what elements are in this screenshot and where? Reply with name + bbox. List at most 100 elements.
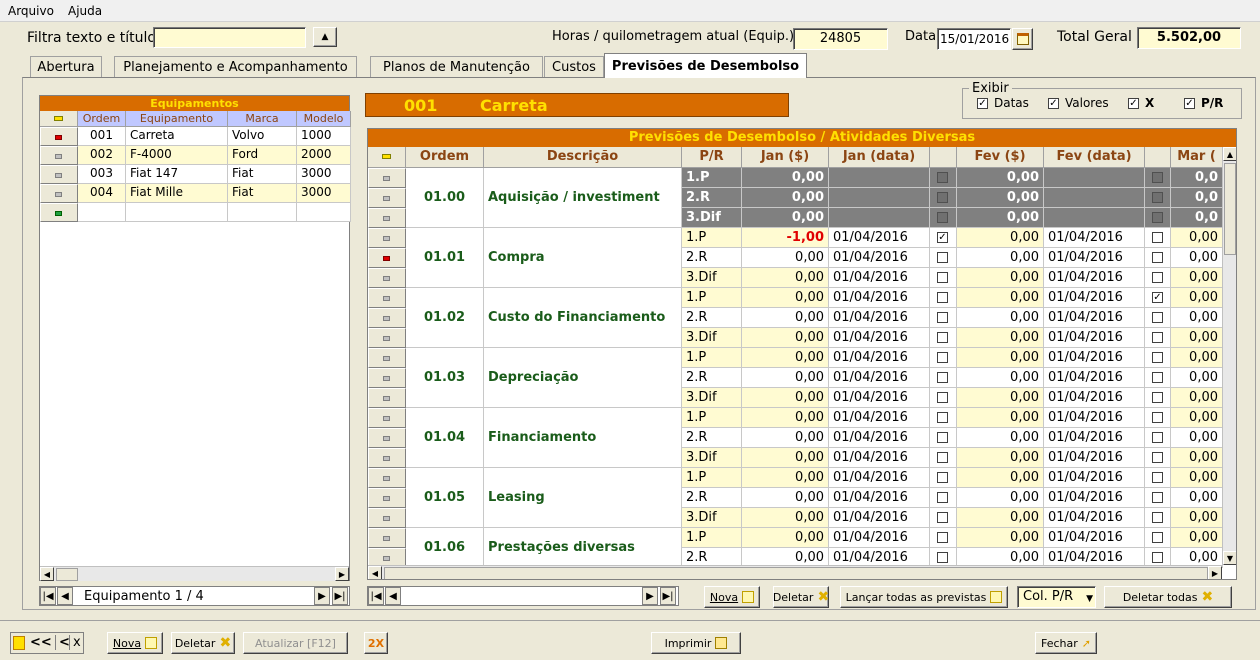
tab-previsoes[interactable]: Previsões de Desembolso: [604, 53, 807, 78]
grid-row-selector[interactable]: [368, 448, 406, 468]
cell-jan-valor[interactable]: 0,00: [742, 348, 829, 368]
group-descricao[interactable]: Compra: [484, 228, 682, 288]
atualizar-button[interactable]: Atualizar [F12]: [243, 632, 348, 654]
cell-jan-data[interactable]: 01/04/2016: [829, 488, 930, 508]
cell-jan-data[interactable]: 01/04/2016: [829, 468, 930, 488]
fechar-button[interactable]: Fechar ➚: [1035, 632, 1097, 654]
equip-cell-modelo[interactable]: 1000: [297, 127, 351, 146]
grid-header-1[interactable]: Descrição: [484, 147, 682, 168]
deletar-button[interactable]: Deletar ✖: [171, 632, 235, 654]
checkbox-jan[interactable]: [937, 432, 948, 443]
checkbox-jan[interactable]: [937, 272, 948, 283]
nova-button[interactable]: Nova: [107, 632, 163, 654]
cell-jan-data[interactable]: 01/04/2016: [829, 288, 930, 308]
group-descricao[interactable]: Aquisição / investiment: [484, 168, 682, 228]
group-descricao[interactable]: Financiamento: [484, 408, 682, 468]
cell-mar-valor[interactable]: 0,00: [1171, 328, 1223, 348]
cell-fev-data[interactable]: 01/04/2016: [1044, 288, 1145, 308]
grid-deletar-button[interactable]: Deletar ✖: [773, 586, 829, 608]
last-record-icon[interactable]: ▶|: [332, 587, 348, 605]
checkbox-fev[interactable]: [1152, 232, 1163, 243]
cell-fev-valor[interactable]: 0,00: [957, 308, 1044, 328]
cell-mar-valor[interactable]: 0,00: [1171, 308, 1223, 328]
grid-header-7[interactable]: Fev (data): [1044, 147, 1145, 168]
hscroll-thumb[interactable]: [384, 567, 1208, 579]
checkbox-fev[interactable]: [1152, 312, 1163, 323]
group-descricao[interactable]: Prestações diversas: [484, 528, 682, 568]
cell-jan-data[interactable]: 01/04/2016: [829, 368, 930, 388]
cell-fev-x[interactable]: [1145, 448, 1171, 468]
checkbox-jan[interactable]: [937, 192, 948, 203]
cell-fev-x[interactable]: [1145, 528, 1171, 548]
cell-jan-x[interactable]: [930, 528, 957, 548]
cell-jan-data[interactable]: 01/04/2016: [829, 228, 930, 248]
equip-cell-modelo[interactable]: 3000: [297, 184, 351, 203]
equip-cell-modelo[interactable]: [297, 203, 351, 222]
cell-pr[interactable]: 3.Dif: [682, 448, 742, 468]
checkbox-jan[interactable]: [937, 512, 948, 523]
checkbox-jan[interactable]: [937, 552, 948, 563]
checkbox-fev[interactable]: [1152, 392, 1163, 403]
cell-fev-valor[interactable]: 0,00: [957, 328, 1044, 348]
cell-mar-valor[interactable]: 0,00: [1171, 268, 1223, 288]
equip-header-modelo[interactable]: Modelo: [297, 111, 351, 127]
checkbox-fev[interactable]: [1152, 512, 1163, 523]
cell-jan-valor[interactable]: -1,00: [742, 228, 829, 248]
grid-hscrollbar[interactable]: ◀ ▶: [368, 565, 1222, 579]
menu-arquivo[interactable]: Arquivo: [8, 4, 54, 18]
cell-fev-x[interactable]: [1145, 348, 1171, 368]
cell-jan-x[interactable]: [930, 328, 957, 348]
grid-row-selector[interactable]: [368, 308, 406, 328]
next-record-icon[interactable]: ▶: [314, 587, 330, 605]
grid-row-selector[interactable]: [368, 528, 406, 548]
cell-fev-valor[interactable]: 0,00: [957, 388, 1044, 408]
cell-mar-valor[interactable]: 0,0: [1171, 168, 1223, 188]
cell-fev-data[interactable]: 01/04/2016: [1044, 488, 1145, 508]
cell-fev-x[interactable]: [1145, 368, 1171, 388]
grid-row-selector[interactable]: [368, 228, 406, 248]
prev-record-icon[interactable]: ◀: [57, 587, 73, 605]
cell-jan-valor[interactable]: 0,00: [742, 268, 829, 288]
cell-jan-valor[interactable]: 0,00: [742, 248, 829, 268]
cell-mar-valor[interactable]: 0,00: [1171, 468, 1223, 488]
cell-jan-x[interactable]: [930, 268, 957, 288]
cell-jan-valor[interactable]: 0,00: [742, 428, 829, 448]
equip-row-selector[interactable]: [40, 146, 78, 165]
cell-jan-x[interactable]: [930, 208, 957, 228]
cell-fev-data[interactable]: 01/04/2016: [1044, 268, 1145, 288]
grid-row-selector[interactable]: [368, 408, 406, 428]
cell-fev-x[interactable]: [1145, 268, 1171, 288]
cell-mar-valor[interactable]: 0,00: [1171, 388, 1223, 408]
vscroll-thumb[interactable]: [1224, 163, 1236, 255]
cell-jan-valor[interactable]: 0,00: [742, 168, 829, 188]
checkbox-fev[interactable]: [1152, 412, 1163, 423]
checkbox-jan[interactable]: ✓: [937, 232, 948, 243]
filter-input[interactable]: [153, 27, 306, 48]
group-descricao[interactable]: Depreciação: [484, 348, 682, 408]
grid-header-4[interactable]: Jan (data): [829, 147, 930, 168]
cell-fev-x[interactable]: ✓: [1145, 288, 1171, 308]
group-ordem[interactable]: 01.02: [406, 288, 484, 348]
cell-jan-data[interactable]: 01/04/2016: [829, 408, 930, 428]
cell-pr[interactable]: 3.Dif: [682, 508, 742, 528]
grid-row-selector[interactable]: [368, 248, 406, 268]
cell-pr[interactable]: 3.Dif: [682, 268, 742, 288]
first-record-icon[interactable]: |◀: [40, 587, 56, 605]
cell-fev-valor[interactable]: 0,00: [957, 428, 1044, 448]
grid-header-8[interactable]: [1145, 147, 1171, 168]
imprimir-button[interactable]: Imprimir: [651, 632, 741, 654]
cell-fev-valor[interactable]: 0,00: [957, 528, 1044, 548]
equip-header-marca[interactable]: Marca: [228, 111, 297, 127]
checkbox-fev[interactable]: [1152, 452, 1163, 463]
equip-cell-modelo[interactable]: 3000: [297, 165, 351, 184]
cell-fev-valor[interactable]: 0,00: [957, 408, 1044, 428]
grid-vscrollbar[interactable]: ▲ ▼: [1222, 147, 1236, 565]
cell-pr[interactable]: 2.R: [682, 428, 742, 448]
cell-fev-valor[interactable]: 0,00: [957, 268, 1044, 288]
checkbox-jan[interactable]: [937, 252, 948, 263]
cell-fev-valor[interactable]: 0,00: [957, 468, 1044, 488]
tab-abertura[interactable]: Abertura: [30, 56, 102, 78]
cell-fev-data[interactable]: 01/04/2016: [1044, 408, 1145, 428]
group-ordem[interactable]: 01.06: [406, 528, 484, 568]
checkbox-jan[interactable]: [937, 292, 948, 303]
